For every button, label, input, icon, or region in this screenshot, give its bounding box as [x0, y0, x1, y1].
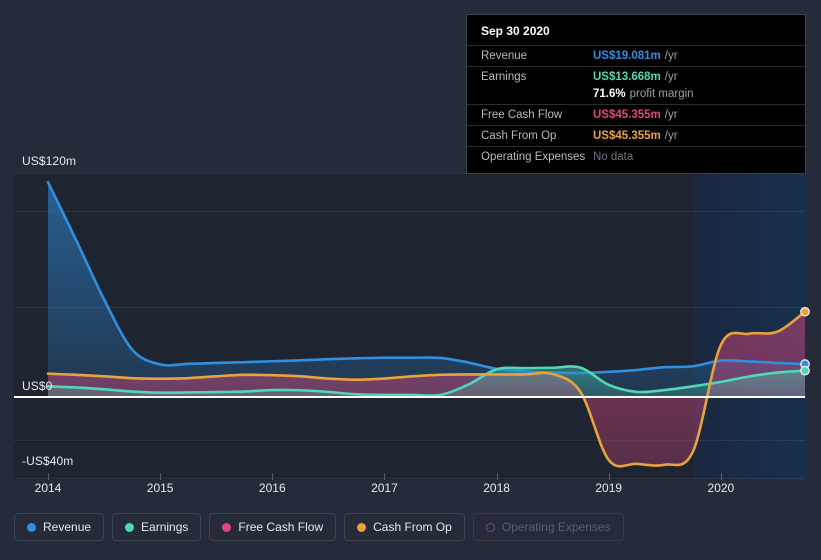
tooltip-row-value: No data: [593, 151, 634, 163]
y-axis-label-bottom: -US$40m: [22, 454, 74, 468]
legend-color-dot-icon: [357, 522, 367, 532]
x-axis-label: 2019: [595, 481, 623, 495]
x-axis-tick: [272, 473, 274, 480]
chart-screenshot: US$120m US$0 -US$40m 2014 2015 2016 2017 201…: [0, 0, 821, 560]
tooltip-row-label: Cash From Op: [481, 130, 557, 142]
tooltip-row-unit: /yr: [664, 109, 678, 121]
legend-item-label: Free Cash Flow: [238, 520, 324, 534]
chart-legend[interactable]: Revenue Earnings Free Cash Flow Cash From O…: [14, 513, 624, 541]
legend-color-dot-icon: [27, 522, 36, 532]
x-axis-label: 2017: [371, 481, 398, 495]
endpoint-marker-earnings: [800, 365, 810, 376]
tooltip-row-unit: /yr: [664, 50, 678, 62]
tooltip-row-label: Earnings: [481, 71, 527, 83]
legend-item-revenue[interactable]: Revenue: [14, 513, 105, 541]
x-axis-tick: [384, 473, 386, 480]
legend-item-label: Operating Expenses: [501, 520, 611, 534]
tooltip-profit-margin-value: 71.6%: [593, 88, 626, 100]
x-axis-label: 2018: [483, 481, 510, 495]
x-axis-tick: [160, 473, 162, 480]
legend-item-operating-expenses[interactable]: Operating Expenses: [472, 513, 624, 541]
line-revenue: [46, 180, 805, 375]
x-axis-label: 2015: [146, 481, 174, 495]
legend-color-dot-icon: [222, 522, 232, 532]
tooltip-row: Operating Expenses No data: [467, 146, 805, 167]
x-axis-tick: [48, 473, 49, 480]
y-axis-label-top: US$120m: [22, 154, 77, 168]
zero-baseline: [14, 396, 805, 398]
x-axis-tick: [608, 473, 610, 480]
tooltip-row-value: US$13.668m: [593, 71, 661, 83]
tooltip-date: Sep 30 2020: [481, 24, 550, 38]
legend-color-dot-icon: [125, 522, 135, 532]
legend-item-earnings[interactable]: Earnings: [112, 513, 202, 541]
x-axis-label: 2014: [34, 481, 62, 495]
tooltip-row: Earnings US$13.668m/yr: [467, 66, 805, 87]
x-axis-tick: [496, 473, 498, 480]
data-tooltip: Sep 30 2020 Revenue US$19.081m/yr Earnings…: [466, 14, 806, 174]
x-axis-tick: [720, 473, 722, 480]
tooltip-row: Cash From Op US$45.355m/yr: [467, 125, 805, 146]
tooltip-row-unit: /yr: [664, 130, 678, 142]
tooltip-profit-margin-row: 71.6% profit margin: [467, 87, 805, 104]
tooltip-row-value: US$45.355m: [593, 130, 661, 142]
endpoint-marker-cash-from-op: [800, 306, 810, 317]
tooltip-profit-margin-label: profit margin: [629, 88, 694, 100]
tooltip-row: Revenue US$19.081m/yr: [467, 45, 805, 66]
x-axis-label: 2016: [258, 481, 286, 495]
tooltip-row-value: US$45.355m: [593, 109, 661, 121]
legend-item-label: Revenue: [43, 520, 92, 534]
legend-item-free-cash-flow[interactable]: Free Cash Flow: [209, 513, 337, 541]
tooltip-row-label: Free Cash Flow: [481, 109, 563, 121]
legend-item-label: Earnings: [141, 520, 189, 534]
legend-item-cash-from-op[interactable]: Cash From Op: [344, 513, 465, 541]
y-axis-label-zero: US$0: [22, 379, 53, 393]
x-axis-label: 2020: [707, 481, 735, 495]
tooltip-row-unit: /yr: [664, 71, 678, 83]
tooltip-row: Free Cash Flow US$45.355m/yr: [467, 104, 805, 125]
x-axis: 2014 2015 2016 2017 2018 2019 2020: [0, 473, 821, 501]
tooltip-rows: Revenue US$19.081m/yr Earnings US$13.668m/y…: [467, 45, 805, 167]
tooltip-row-label: Revenue: [481, 50, 528, 62]
legend-item-label: Cash From Op: [373, 520, 452, 534]
legend-color-dot-icon: [485, 522, 495, 532]
tooltip-row-label: Operating Expenses: [481, 151, 586, 163]
tooltip-row-value: US$19.081m: [593, 50, 661, 62]
